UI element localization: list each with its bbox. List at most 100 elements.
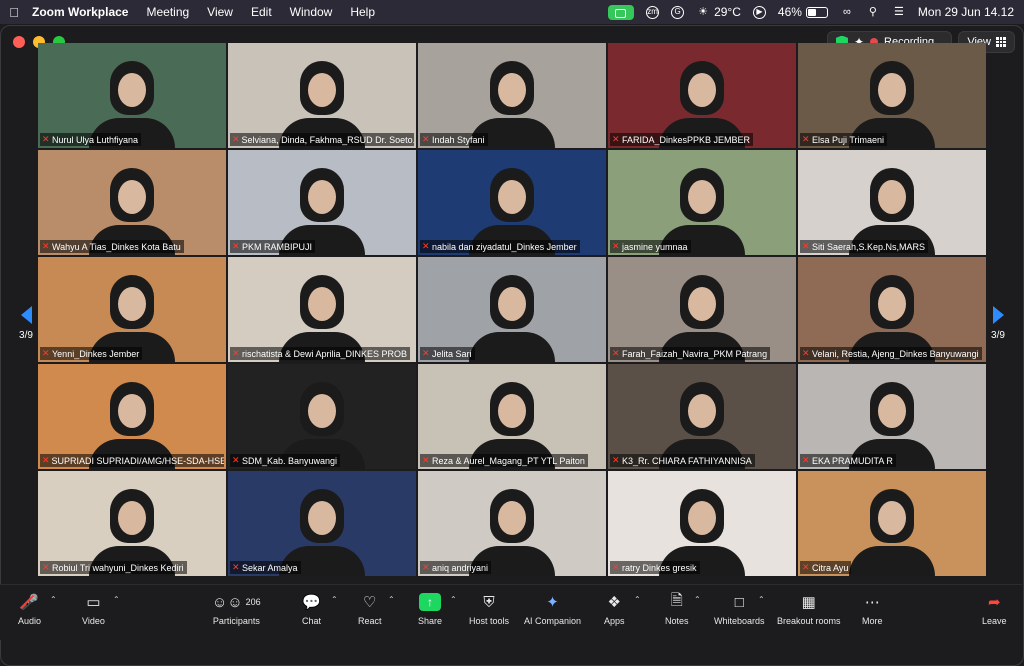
share-button[interactable]: ↑ Share [418, 591, 442, 626]
battery-icon [805, 6, 828, 18]
participant-name: rischatista & Dewi Aprilia_DINKES PROB [242, 348, 408, 359]
participant-name-tag: ✕ Siti Saerah,S.Kep.Ns,MARS [800, 240, 929, 253]
leave-door-icon: ➦ [987, 594, 1001, 611]
whiteboards-button[interactable]: □ Whiteboards [714, 591, 765, 627]
share-options-chevron-icon[interactable]: ⌃ [450, 595, 457, 604]
participants-label: Participants [212, 616, 260, 626]
macos-menubar:  Zoom Workplace Meeting View Edit Windo… [0, 0, 1024, 24]
more-button[interactable]: ⋯ More [862, 591, 883, 626]
participant-name: nabila dan ziyadatul_Dinkes Jember [432, 241, 577, 252]
page-indicator-left: 3/9 [19, 329, 33, 341]
participants-button[interactable]: ☺☺ 206 Participants [212, 591, 261, 627]
ai-companion-label: AI Companion [524, 616, 582, 626]
weather-sun-icon: ☀ [698, 6, 709, 18]
grammarly-icon[interactable]: G [671, 5, 685, 19]
participant-tile[interactable]: ✕ rischatista & Dewi Aprilia_DINKES PROB [228, 257, 416, 362]
ai-companion-button[interactable]: ✦ AI Companion [524, 591, 581, 626]
arrow-left-icon [20, 305, 32, 324]
apps-label: Apps [604, 616, 625, 626]
participant-tile[interactable]: ✕ EKA PRAMUDITA R [798, 364, 986, 469]
apple-menu-icon[interactable]:  [0, 5, 28, 20]
audio-options-chevron-icon[interactable]: ⌃ [50, 595, 57, 604]
video-button[interactable]: ▭ Video [82, 591, 105, 626]
battery-percent: 46% [777, 5, 802, 19]
participant-tile[interactable]: ✕ Elsa Puji Trimaeni [798, 43, 986, 148]
participant-tile[interactable]: ✕ Citra Ayu [798, 471, 986, 576]
menu-help[interactable]: Help [341, 5, 384, 19]
participant-name-tag: ✕ Jelita Sari [420, 347, 475, 360]
participant-name: Sekar Amalya [242, 562, 298, 573]
apps-options-chevron-icon[interactable]: ⌃ [634, 595, 641, 604]
react-options-chevron-icon[interactable]: ⌃ [388, 595, 395, 604]
leave-label: Leave [982, 616, 1007, 626]
participant-name-tag: ✕ Citra Ayu [800, 561, 852, 574]
breakout-rooms-button[interactable]: ▦ Breakout rooms [777, 591, 841, 626]
screen-mirror-icon[interactable]: ∞ [840, 5, 854, 19]
participant-tile[interactable]: ✕ jasmine yumnaa [608, 150, 796, 255]
participant-tile[interactable]: ✕ Farah_Faizah_Navira_PKM Patrang [608, 257, 796, 362]
participant-name: Farah_Faizah_Navira_PKM Patrang [622, 348, 768, 359]
video-options-chevron-icon[interactable]: ⌃ [113, 595, 120, 604]
participant-tile[interactable]: ✕ Indah Styfani [418, 43, 606, 148]
menu-view[interactable]: View [198, 5, 242, 19]
host-tools-button[interactable]: ⛨ Host tools [469, 591, 509, 627]
participant-name: Selviana, Dinda, Fakhma_RSUD Dr. Soeto..… [241, 134, 414, 145]
control-center-icon[interactable]: ☰ [892, 5, 906, 19]
participant-name-tag: ✕ SDM_Kab. Banyuwangi [230, 454, 341, 467]
participant-tile[interactable]: ✕ Velani, Restia, Ajeng_Dinkes Banyuwangi [798, 257, 986, 362]
notes-button[interactable]: 🗎 Notes [665, 591, 689, 627]
participant-tile[interactable]: ✕ K3_Rr. CHIARA FATHIYANNISA [608, 364, 796, 469]
participant-tile[interactable]: ✕ Yenni_Dinkes Jember [38, 257, 226, 362]
battery-status[interactable]: 46% [778, 5, 828, 19]
participant-tile[interactable]: ✕ Jelita Sari [418, 257, 606, 362]
participant-name-tag: ✕ Farah_Faizah_Navira_PKM Patrang [610, 347, 771, 360]
participant-name-tag: ✕ PKM RAMBIPUJI [230, 240, 316, 253]
participant-tile[interactable]: ✕ SUPRIADI SUPRIADI/AMG/HSE-SDA-HSE... [38, 364, 226, 469]
app-menu[interactable]: Zoom Workplace [28, 5, 137, 19]
participant-tile[interactable]: ✕ Selviana, Dinda, Fakhma_RSUD Dr. Soeto.… [228, 43, 416, 148]
participant-tile[interactable]: ✕ PKM RAMBIPUJI [228, 150, 416, 255]
close-window-button[interactable] [13, 36, 25, 48]
muted-microphone-icon: ✕ [802, 241, 810, 251]
participant-tile[interactable]: ✕ SDM_Kab. Banyuwangi [228, 364, 416, 469]
participant-tile[interactable]: ✕ Siti Saerah,S.Kep.Ns,MARS [798, 150, 986, 255]
muted-microphone-icon: ✕ [802, 562, 810, 572]
participant-tile[interactable]: ✕ nabila dan ziyadatul_Dinkes Jember [418, 150, 606, 255]
play-icon[interactable]: ▶ [752, 5, 766, 19]
audio-button[interactable]: 🎤 Audio [18, 591, 41, 626]
participant-tile[interactable]: ✕ Wahyu A Tias_Dinkes Kota Batu [38, 150, 226, 255]
participant-tile[interactable]: ✕ aniq andriyani [418, 471, 606, 576]
react-button[interactable]: ♡ React [358, 591, 382, 626]
whiteboards-label: Whiteboards [714, 616, 765, 626]
datetime[interactable]: Mon 29 Jun 14.12 [918, 5, 1014, 19]
weather-widget[interactable]: ☀ 29°C [696, 5, 741, 19]
notes-options-chevron-icon[interactable]: ⌃ [694, 595, 701, 604]
participant-name: Nurul Ulya Luthfiyana [52, 134, 139, 145]
menu-meeting[interactable]: Meeting [137, 5, 198, 19]
participant-tile[interactable]: ✕ Sekar Amalya [228, 471, 416, 576]
participant-tile[interactable]: ✕ ratry Dinkes gresik [608, 471, 796, 576]
zoom-status-icon[interactable]: zm [646, 5, 660, 19]
breakout-rooms-label: Breakout rooms [777, 616, 841, 626]
leave-button[interactable]: ➦ Leave [982, 591, 1007, 626]
camera-sharing-icon[interactable] [608, 4, 635, 20]
arrow-right-icon [992, 305, 1004, 324]
participant-name-tag: ✕ Nurul Ulya Luthfiyana [40, 133, 142, 146]
chat-options-chevron-icon[interactable]: ⌃ [331, 595, 338, 604]
participant-tile[interactable]: ✕ FARIDA_DinkesPPKB JEMBER [608, 43, 796, 148]
muted-microphone-icon: ✕ [612, 455, 620, 465]
participant-tile[interactable]: ✕ Reza & Aurel_Magang_PT YTL Paiton [418, 364, 606, 469]
participant-name: Siti Saerah,S.Kep.Ns,MARS [812, 241, 926, 252]
menu-window[interactable]: Window [281, 5, 342, 19]
search-icon[interactable]: ⚲ [866, 5, 880, 19]
whiteboards-options-chevron-icon[interactable]: ⌃ [758, 595, 765, 604]
apps-button[interactable]: ❖ Apps [604, 591, 625, 626]
participant-tile[interactable]: ✕ Robiul Tri wahyuni_Dinkes Kediri [38, 471, 226, 576]
menu-edit[interactable]: Edit [242, 5, 281, 19]
participant-tile[interactable]: ✕ Nurul Ulya Luthfiyana [38, 43, 226, 148]
participant-name-tag: ✕ Indah Styfani [420, 133, 488, 146]
chat-button[interactable]: 💬 Chat [302, 591, 321, 626]
participant-name: Citra Ayu [812, 562, 849, 573]
participant-name: Velani, Restia, Ajeng_Dinkes Banyuwangi [812, 348, 979, 359]
muted-microphone-icon: ✕ [232, 134, 240, 144]
